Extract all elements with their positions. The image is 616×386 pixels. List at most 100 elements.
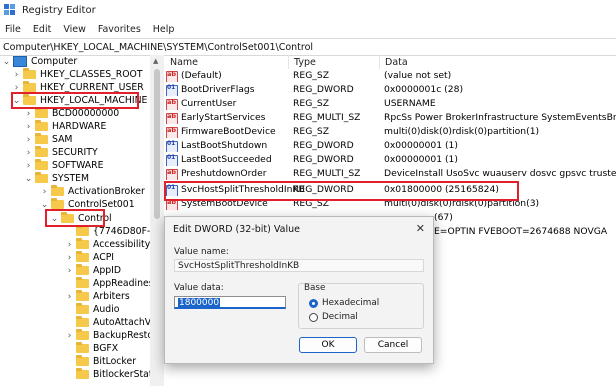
tree-node-activationbroker[interactable]: › ActivationBroker — [40, 185, 145, 198]
base-label: Base — [304, 283, 326, 293]
chevron-right-icon[interactable]: › — [24, 148, 33, 158]
folder-icon — [76, 264, 89, 275]
highlight-control — [45, 209, 105, 227]
highlight-hkey-local-machine — [11, 92, 139, 109]
scroll-up-icon[interactable]: ▲ — [153, 57, 158, 65]
chevron-right-icon[interactable]: › — [65, 292, 74, 302]
chevron-right-icon[interactable]: › — [24, 122, 33, 132]
decimal-label[interactable]: Decimal — [322, 312, 358, 322]
hexadecimal-radio[interactable] — [309, 299, 318, 308]
menu-favorites[interactable]: Favorites — [98, 24, 141, 35]
value-row[interactable]: PreshutdownOrder REG_MULTI_SZ DeviceInstal… — [166, 168, 616, 180]
value-type: REG_SZ — [293, 98, 330, 109]
tree-node-bitlockerstatus[interactable]: BitlockerStatus — [65, 368, 150, 381]
string-value-icon — [166, 112, 178, 124]
value-name: EarlyStartServices — [181, 112, 266, 123]
chevron-right-icon[interactable]: › — [65, 253, 74, 263]
tree-node-label: ActivationBroker — [68, 186, 145, 197]
column-divider[interactable] — [379, 55, 380, 69]
folder-icon — [76, 251, 89, 262]
folder-icon — [35, 146, 48, 157]
tree-node-appid[interactable]: › AppID — [65, 264, 121, 277]
chevron-right-icon[interactable]: › — [65, 266, 74, 276]
folder-icon — [35, 172, 48, 183]
close-icon[interactable]: ✕ — [416, 222, 425, 235]
column-header-type[interactable]: Type — [294, 55, 316, 69]
ok-button[interactable]: OK — [299, 337, 357, 353]
tree-node-appreadiness[interactable]: AppReadiness — [65, 277, 150, 290]
tree-node-computer[interactable]: ⌄ Computer — [2, 55, 77, 68]
value-name: CurrentUser — [181, 98, 237, 109]
value-type: REG_DWORD — [293, 84, 354, 95]
tree-node-backuprestore[interactable]: › BackupRestore — [65, 329, 150, 342]
chevron-right-icon[interactable]: › — [12, 83, 21, 93]
value-row[interactable]: FirmwareBootDevice REG_SZ multi(0)disk(0)r… — [166, 126, 616, 138]
tree-node-audio[interactable]: Audio — [65, 303, 119, 316]
tree-node-hkey-classes-root[interactable]: › HKEY_CLASSES_ROOT — [12, 68, 143, 81]
tree-node-hardware[interactable]: › HARDWARE — [24, 120, 106, 133]
folder-icon — [35, 159, 48, 170]
chevron-right-icon[interactable]: › — [65, 240, 74, 250]
column-divider[interactable] — [288, 55, 289, 69]
tree-node-autoattachvirt[interactable]: AutoAttachVirt — [65, 316, 150, 329]
tree-scrollbar[interactable]: ▲ — [150, 55, 164, 386]
scrollbar-thumb[interactable] — [154, 69, 160, 219]
chevron-down-icon[interactable]: ⌄ — [24, 174, 33, 184]
value-row[interactable]: LastBootSucceeded REG_DWORD 0x00000001 (1) — [166, 154, 616, 166]
value-data-input[interactable]: 1800000 — [174, 296, 286, 309]
tree-node-label: AccessibilitySe — [93, 239, 150, 250]
value-data: (value not set) — [384, 70, 452, 81]
value-data: DeviceInstall UsoSvc wuauserv dosvc gpsv… — [384, 168, 616, 179]
chevron-right-icon[interactable]: › — [40, 187, 49, 197]
base-group: Base Hexadecimal Decimal — [298, 283, 424, 329]
address-bar[interactable]: Computer\HKEY_LOCAL_MACHINE\SYSTEM\Contr… — [0, 38, 616, 56]
chevron-right-icon[interactable]: › — [24, 161, 33, 171]
tree-node-label: Computer — [31, 56, 78, 67]
value-name: FirmwareBootDevice — [181, 126, 276, 137]
value-data-label: Value data: — [174, 283, 224, 293]
tree-node-label: HKEY_CLASSES_ROOT — [40, 69, 143, 80]
cancel-button[interactable]: Cancel — [364, 337, 422, 353]
decimal-radio[interactable] — [309, 313, 318, 322]
address-path[interactable]: Computer\HKEY_LOCAL_MACHINE\SYSTEM\Contr… — [3, 42, 313, 53]
menu-edit[interactable]: Edit — [33, 24, 51, 35]
value-type: REG_SZ — [293, 70, 330, 81]
chevron-right-icon[interactable]: › — [24, 109, 33, 119]
title-bar: Registry Editor — [0, 0, 616, 20]
computer-icon — [13, 56, 27, 67]
value-row[interactable]: BootDriverFlags REG_DWORD 0x0000001c (28) — [166, 84, 616, 96]
chevron-down-icon[interactable]: ⌄ — [2, 57, 11, 67]
folder-icon — [35, 107, 48, 118]
chevron-down-icon[interactable]: ⌄ — [40, 200, 49, 210]
tree-node-system[interactable]: ⌄ SYSTEM — [24, 172, 89, 185]
menu-view[interactable]: View — [63, 24, 86, 35]
tree-node-security[interactable]: › SECURITY — [24, 146, 98, 159]
value-data: 0x00000001 (1) — [384, 154, 458, 165]
column-header-data[interactable]: Data — [385, 55, 408, 69]
value-row[interactable]: CurrentUser REG_SZ USERNAME — [166, 98, 616, 110]
chevron-right-icon[interactable]: › — [24, 135, 33, 145]
tree-node-bitlocker[interactable]: BitLocker — [65, 355, 136, 368]
tree-node-accessibility[interactable]: › AccessibilitySe — [65, 238, 150, 251]
column-header-name[interactable]: Name — [170, 55, 198, 69]
value-row[interactable]: EarlyStartServices REG_MULTI_SZ RpcSs Powe… — [166, 112, 616, 124]
edit-dword-dialog: Edit DWORD (32-bit) Value ✕ Value name: … — [164, 216, 434, 364]
hexadecimal-label[interactable]: Hexadecimal — [322, 298, 379, 308]
chevron-right-icon[interactable]: › — [12, 70, 21, 80]
value-row[interactable]: LastBootShutdown REG_DWORD 0x00000001 (1) — [166, 140, 616, 152]
value-data: USERNAME — [384, 98, 436, 109]
tree-node-sam[interactable]: › SAM — [24, 133, 72, 146]
value-data-text[interactable]: 1800000 — [178, 298, 221, 308]
menu-help[interactable]: Help — [153, 24, 175, 35]
value-name: (Default) — [181, 70, 222, 81]
folder-icon — [76, 303, 89, 314]
value-row[interactable]: (Default) REG_SZ (value not set) — [166, 70, 616, 82]
tree-node-label: ACPI — [93, 252, 115, 263]
menu-file[interactable]: File — [5, 24, 21, 35]
tree-node-software[interactable]: › SOFTWARE — [24, 159, 103, 172]
tree-node-label: HARDWARE — [52, 121, 107, 132]
chevron-right-icon[interactable]: › — [65, 331, 74, 341]
tree-node-acpi[interactable]: › ACPI — [65, 251, 114, 264]
tree-node-arbiters[interactable]: › Arbiters — [65, 290, 130, 303]
tree-node-bgfx[interactable]: BGFX — [65, 342, 118, 355]
